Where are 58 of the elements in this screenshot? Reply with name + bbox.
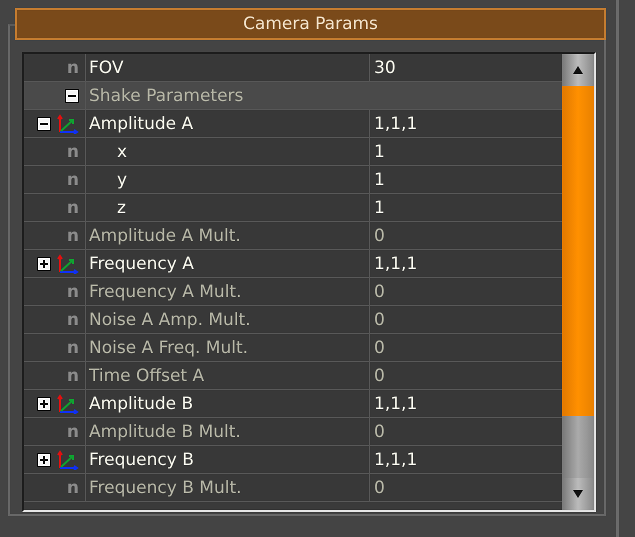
parameter-name: Amplitude B Mult. bbox=[89, 422, 241, 442]
parameter-name: Amplitude A Mult. bbox=[89, 226, 241, 246]
parameter-name: y bbox=[117, 170, 128, 190]
axis-icon bbox=[57, 450, 79, 470]
parameter-value[interactable]: 0 bbox=[374, 338, 385, 358]
parameter-name: Amplitude B bbox=[89, 394, 194, 414]
scroll-thumb[interactable] bbox=[562, 86, 594, 416]
panel-title[interactable]: Camera Params bbox=[15, 8, 606, 40]
numeric-marker: n bbox=[66, 198, 79, 218]
numeric-marker: n bbox=[66, 310, 79, 330]
scrollbar[interactable] bbox=[562, 54, 594, 510]
collapse-icon[interactable] bbox=[37, 116, 51, 130]
parameter-value[interactable]: 1,1,1 bbox=[374, 114, 418, 134]
parameter-name: Noise A Freq. Mult. bbox=[89, 338, 248, 358]
numeric-marker: n bbox=[66, 478, 79, 498]
numeric-marker: n bbox=[66, 366, 79, 386]
parameter-name: x bbox=[117, 142, 128, 162]
numeric-marker: n bbox=[66, 58, 79, 78]
parameter-name: Amplitude A bbox=[89, 114, 194, 134]
numeric-marker: n bbox=[66, 422, 79, 442]
parameter-name: Frequency B Mult. bbox=[89, 478, 242, 498]
parameter-value[interactable]: 0 bbox=[374, 422, 385, 442]
numeric-marker: n bbox=[66, 338, 79, 358]
parameter-value[interactable]: 1,1,1 bbox=[374, 394, 418, 414]
parameter-name: Frequency A bbox=[89, 254, 194, 274]
parameter-value[interactable]: 30 bbox=[374, 58, 396, 78]
expand-icon[interactable] bbox=[37, 396, 51, 410]
parameter-value[interactable]: 0 bbox=[374, 226, 385, 246]
parameter-value[interactable]: 1 bbox=[374, 170, 385, 190]
group-label: Shake Parameters bbox=[89, 86, 244, 106]
parameter-value[interactable]: 1,1,1 bbox=[374, 450, 418, 470]
up-arrow-icon bbox=[572, 65, 584, 75]
numeric-marker: n bbox=[66, 170, 79, 190]
numeric-marker: n bbox=[66, 142, 79, 162]
parameter-name: z bbox=[117, 198, 126, 218]
expand-icon[interactable] bbox=[37, 452, 51, 466]
parameter-name: Noise A Amp. Mult. bbox=[89, 310, 251, 330]
parameter-value[interactable]: 0 bbox=[374, 478, 385, 498]
parameter-value[interactable]: 0 bbox=[374, 282, 385, 302]
down-arrow-icon bbox=[572, 489, 584, 499]
parameter-value[interactable]: 1,1,1 bbox=[374, 254, 418, 274]
parameter-name: Frequency A Mult. bbox=[89, 282, 242, 302]
parameter-name: Time Offset A bbox=[89, 366, 204, 386]
scroll-down-button[interactable] bbox=[562, 478, 594, 510]
axis-icon bbox=[57, 114, 79, 134]
parameter-value[interactable]: 1 bbox=[374, 142, 385, 162]
axis-icon bbox=[57, 394, 79, 414]
scroll-up-button[interactable] bbox=[562, 54, 594, 86]
numeric-marker: n bbox=[66, 226, 79, 246]
expand-icon[interactable] bbox=[37, 256, 51, 270]
axis-icon bbox=[57, 254, 79, 274]
parameter-value[interactable]: 1 bbox=[374, 198, 385, 218]
parameter-value[interactable]: 0 bbox=[374, 310, 385, 330]
parameter-name: Frequency B bbox=[89, 450, 194, 470]
parameter-name: FOV bbox=[89, 58, 124, 78]
numeric-marker: n bbox=[66, 282, 79, 302]
collapse-icon[interactable] bbox=[65, 88, 79, 102]
parameter-value[interactable]: 0 bbox=[374, 366, 385, 386]
